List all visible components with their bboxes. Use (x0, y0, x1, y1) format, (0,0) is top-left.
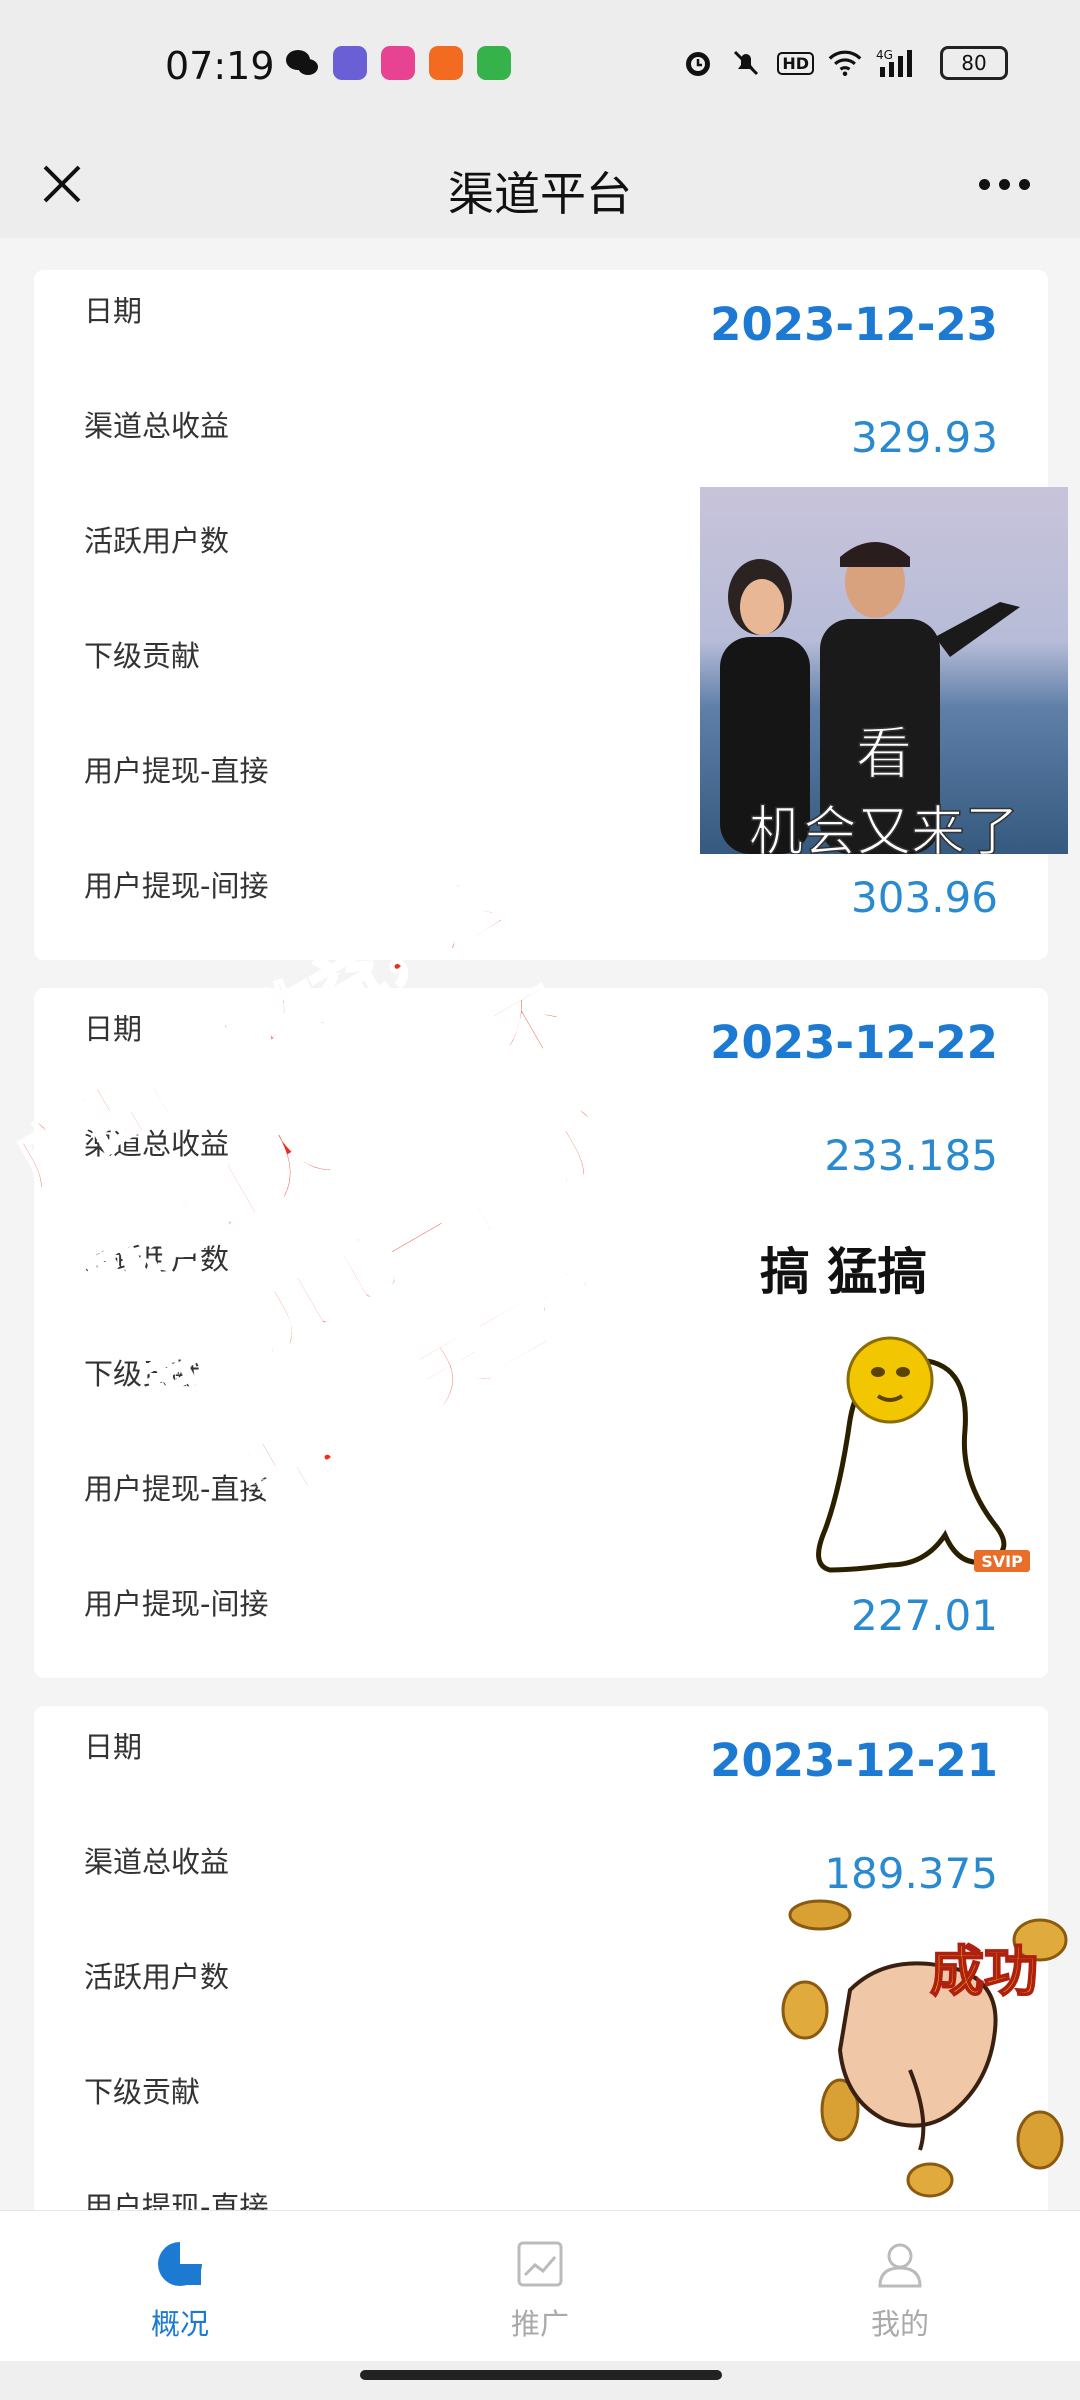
sticker-caption: 搞 猛搞 (760, 1243, 928, 1301)
withdraw-direct-label: 用户提现-直接 (84, 754, 269, 788)
more-dot-icon (998, 178, 1010, 190)
meme-caption-top: 看 (855, 721, 913, 788)
date-label: 日期 (84, 294, 143, 328)
trend-chart-icon (517, 2241, 563, 2287)
wechat-icon (285, 46, 319, 80)
bottom-tab-bar: 概况 推广 我的 (0, 2210, 1080, 2361)
tab-mine-label: 我的 (870, 2307, 929, 2341)
sub-contribution-label: 下级贡献 (84, 2075, 201, 2109)
notification-icons (285, 46, 511, 80)
more-dot-icon (978, 178, 990, 190)
date-row: 日期 2023-12-21 (34, 1706, 1048, 1821)
user-icon (878, 2243, 922, 2288)
active-users-label: 活跃用户数 (84, 1960, 230, 1994)
tab-mine[interactable]: 我的 (800, 2239, 1000, 2343)
battery-level: 80 (961, 51, 987, 75)
app-notification-icon (477, 46, 511, 80)
cellular-signal-icon: 4G (876, 46, 926, 80)
page-title: 渠道平台 (448, 167, 632, 221)
withdraw-indirect-value: 227.01 (851, 1591, 998, 1640)
hd-icon: HD (777, 51, 814, 75)
app-notification-icon (333, 46, 367, 80)
dancing-figure-sticker: SVIP (816, 1336, 1030, 1573)
total-earnings-value: 329.93 (851, 413, 998, 462)
date-value: 2023-12-21 (710, 1734, 998, 1787)
signal-type-label: 4G (876, 48, 893, 62)
tab-promote[interactable]: 推广 (440, 2239, 640, 2343)
status-bar: 07:19 HD 4G 80 (0, 0, 1080, 130)
mute-icon (729, 46, 763, 80)
total-earnings-value: 233.185 (824, 1131, 998, 1180)
meme-caption-bottom: 机会又来了 (748, 799, 1020, 854)
more-dot-icon (1018, 178, 1030, 190)
date-label: 日期 (84, 1730, 143, 1764)
alarm-icon (681, 46, 715, 80)
home-indicator[interactable] (360, 2370, 722, 2380)
meme-sticker-image: 看 机会又来了 (700, 487, 1068, 854)
total-earnings-row: 渠道总收益 329.93 (34, 385, 1048, 500)
withdraw-indirect-value: 303.96 (851, 873, 998, 922)
date-value: 2023-12-23 (710, 298, 998, 351)
withdraw-direct-label: 用户提现-直接 (84, 2190, 269, 2210)
tab-overview[interactable]: 概况 (80, 2239, 280, 2343)
wifi-icon (828, 46, 862, 80)
total-earnings-label: 渠道总收益 (84, 409, 230, 443)
app-notification-icon (429, 46, 463, 80)
date-value: 2023-12-22 (710, 1016, 998, 1069)
total-earnings-label: 渠道总收益 (84, 1845, 230, 1879)
more-button[interactable] (964, 152, 1044, 216)
sub-contribution-label: 下级贡献 (84, 639, 201, 673)
app-notification-icon (381, 46, 415, 80)
withdraw-indirect-label: 用户提现-间接 (84, 869, 269, 903)
title-bar: 渠道平台 (0, 130, 1080, 238)
success-text: 成功 (930, 1940, 1038, 2003)
battery-icon: 80 (940, 46, 1008, 80)
active-users-label: 活跃用户数 (84, 524, 230, 558)
tab-overview-label: 概况 (150, 2307, 209, 2341)
system-status-icons: HD 4G 80 (681, 46, 1008, 80)
date-row: 日期 2023-12-23 (34, 270, 1048, 385)
status-time: 07:19 (165, 44, 275, 88)
overview-chart-icon (158, 2242, 202, 2286)
pointing-hand-coins-sticker: 成功 (781, 1899, 1068, 2198)
svip-badge: SVIP (981, 1552, 1023, 1571)
tab-promote-label: 推广 (510, 2307, 569, 2341)
